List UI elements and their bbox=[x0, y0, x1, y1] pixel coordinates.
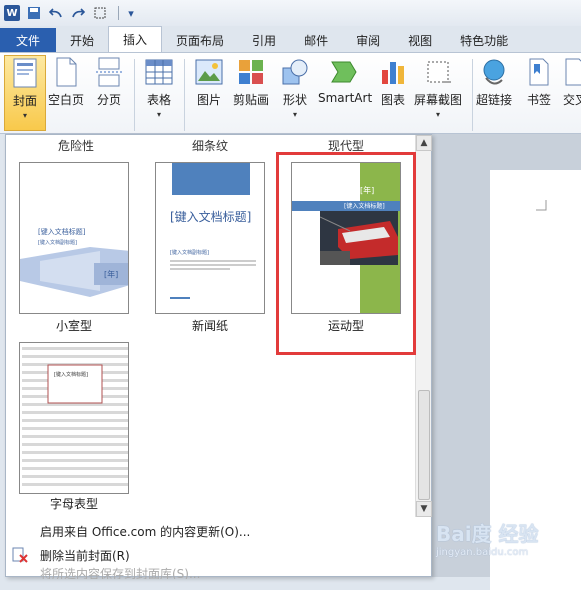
clip-art-label: 剪贴画 bbox=[233, 93, 270, 107]
group-separator bbox=[472, 59, 473, 131]
shapes-button[interactable]: 形状 ▾ bbox=[280, 57, 310, 119]
group-separator bbox=[184, 59, 185, 131]
chevron-down-icon: ▾ bbox=[292, 110, 297, 119]
chevron-down-icon: ▾ bbox=[436, 110, 441, 119]
caption-alphabet: 字母表型 bbox=[49, 497, 98, 511]
save-icon[interactable] bbox=[26, 5, 42, 21]
tab-special-features[interactable]: 特色功能 bbox=[446, 28, 522, 52]
caption-cubicles: 小室型 bbox=[55, 319, 92, 333]
hyperlink-icon bbox=[479, 57, 509, 87]
customize-toolbar-icon[interactable]: ▾ bbox=[123, 5, 139, 21]
table-icon bbox=[144, 57, 174, 87]
bookmark-icon bbox=[524, 57, 554, 87]
thumb-title: [键入文档标题] bbox=[54, 372, 88, 378]
menu-item-remove-cover[interactable]: 删除当前封面(R) bbox=[6, 543, 433, 567]
tab-home[interactable]: 开始 bbox=[56, 28, 108, 52]
cross-reference-button[interactable]: 交叉 bbox=[560, 57, 581, 108]
picture-button[interactable]: 图片 bbox=[194, 57, 224, 108]
tab-insert[interactable]: 插入 bbox=[108, 26, 163, 52]
chart-label: 图表 bbox=[380, 93, 405, 107]
tab-view[interactable]: 视图 bbox=[394, 28, 446, 52]
clip-art-button[interactable]: 剪贴画 bbox=[233, 57, 269, 108]
tab-references[interactable]: 引用 bbox=[238, 28, 290, 52]
thumb-subtitle: [键入文档副标题] bbox=[170, 250, 209, 256]
menu-item-label: 将所选内容保存到封面库(S)... bbox=[40, 567, 201, 579]
scroll-down-icon[interactable]: ▼ bbox=[416, 501, 432, 517]
hyperlink-label: 超链接 bbox=[476, 93, 513, 107]
tab-page-layout[interactable]: 页面布局 bbox=[162, 28, 238, 52]
smartart-icon bbox=[330, 57, 360, 87]
redo-icon[interactable] bbox=[70, 5, 86, 21]
watermark-url: jingyan.baidu.com bbox=[436, 547, 529, 558]
blank-page-label: 空白页 bbox=[48, 93, 85, 107]
shapes-label: 形状 bbox=[282, 93, 307, 107]
bookmark-button[interactable]: 书签 bbox=[524, 57, 554, 108]
blank-page-button[interactable]: 空白页 bbox=[48, 57, 84, 108]
document-area bbox=[432, 134, 581, 590]
menu-item-save-to-gallery[interactable]: 将所选内容保存到封面库(S)... bbox=[6, 567, 433, 579]
chevron-down-icon: ▾ bbox=[156, 110, 161, 119]
screenshot-label: 屏幕截图 bbox=[414, 93, 463, 107]
clip-art-icon bbox=[236, 57, 266, 87]
watermark-brand: Bai度 经验 bbox=[436, 522, 539, 546]
page-break-button[interactable]: 分页 bbox=[94, 57, 124, 108]
toolbar-separator bbox=[118, 6, 119, 20]
ribbon: 封面 ▾ 空白页 分页 表格 ▾ 图片 剪贴画 形状 ▾ SmartArt 图表… bbox=[0, 52, 581, 134]
shapes-icon bbox=[280, 57, 310, 87]
screenshot-icon bbox=[423, 57, 453, 87]
cross-reference-label: 交叉 bbox=[562, 93, 581, 107]
cover-thumbnail-alphabet[interactable]: [键入文档标题] bbox=[19, 342, 129, 494]
cross-reference-icon bbox=[560, 57, 581, 87]
tab-file[interactable]: 文件 bbox=[0, 28, 56, 52]
cover-page-label: 封面 bbox=[12, 94, 37, 108]
undo-icon[interactable] bbox=[48, 5, 64, 21]
menu-item-label: 删除当前封面(R) bbox=[40, 548, 130, 563]
smartart-label: SmartArt bbox=[318, 91, 373, 105]
blank-page-icon bbox=[51, 57, 81, 87]
page-break-icon bbox=[94, 57, 124, 87]
table-button[interactable]: 表格 ▾ bbox=[144, 57, 174, 119]
tab-review[interactable]: 审阅 bbox=[342, 28, 394, 52]
thumb-title: [键入文档标题] bbox=[170, 210, 252, 224]
group-separator bbox=[134, 59, 135, 131]
cover-thumbnail-newsprint[interactable]: [键入文档标题] [键入文档副标题] bbox=[155, 162, 265, 314]
caption-newsprint: 新闻纸 bbox=[191, 319, 228, 333]
highlight-box bbox=[276, 152, 416, 355]
picture-label: 图片 bbox=[196, 93, 221, 107]
gallery-header-thin-stripes: 细条纹 bbox=[192, 139, 229, 153]
margin-corner-mark bbox=[536, 200, 547, 211]
baidu-watermark: Bai度 经验 jingyan.baidu.com bbox=[436, 518, 581, 577]
table-label: 表格 bbox=[146, 93, 171, 107]
ribbon-tabs: 文件 开始 插入 页面布局 引用 邮件 审阅 视图 特色功能 bbox=[0, 26, 581, 52]
tab-mailings[interactable]: 邮件 bbox=[290, 28, 342, 52]
cover-thumbnail-cubicles[interactable]: [键入文档标题] [键入文档副标题] [年] bbox=[19, 162, 129, 314]
print-preview-icon[interactable] bbox=[92, 5, 108, 21]
scrollbar-thumb[interactable] bbox=[418, 390, 430, 500]
chevron-down-icon: ▾ bbox=[22, 111, 27, 120]
word-app-icon: W bbox=[4, 5, 20, 21]
quick-access-toolbar: W ▾ bbox=[0, 0, 581, 26]
menu-item-office-updates[interactable]: 启用来自 Office.com 的内容更新(O)... bbox=[6, 519, 433, 543]
cover-page-button[interactable]: 封面 ▾ bbox=[4, 55, 46, 131]
alphabet-pattern bbox=[22, 347, 128, 486]
smartart-button[interactable]: SmartArt bbox=[318, 57, 372, 105]
chart-button[interactable]: 图表 bbox=[378, 57, 408, 108]
picture-icon bbox=[194, 57, 224, 87]
scroll-up-icon[interactable]: ▲ bbox=[416, 135, 432, 151]
thumb-title: [键入文档标题] bbox=[38, 228, 86, 236]
thumb-body-lines bbox=[170, 260, 256, 270]
screenshot-button[interactable]: 屏幕截图 ▾ bbox=[414, 57, 462, 119]
page-break-label: 分页 bbox=[96, 93, 121, 107]
chart-icon bbox=[378, 57, 408, 87]
gallery-scrollbar[interactable]: ▲ ▼ bbox=[415, 135, 432, 517]
bookmark-label: 书签 bbox=[526, 93, 551, 107]
gallery-header-hazard: 危险性 bbox=[58, 139, 95, 153]
thumb-year: [年] bbox=[104, 270, 119, 279]
hyperlink-button[interactable]: 超链接 bbox=[476, 57, 512, 108]
remove-cover-icon bbox=[12, 547, 28, 563]
menu-item-label: 启用来自 Office.com 的内容更新(O)... bbox=[40, 524, 251, 539]
cover-page-icon bbox=[10, 58, 40, 88]
